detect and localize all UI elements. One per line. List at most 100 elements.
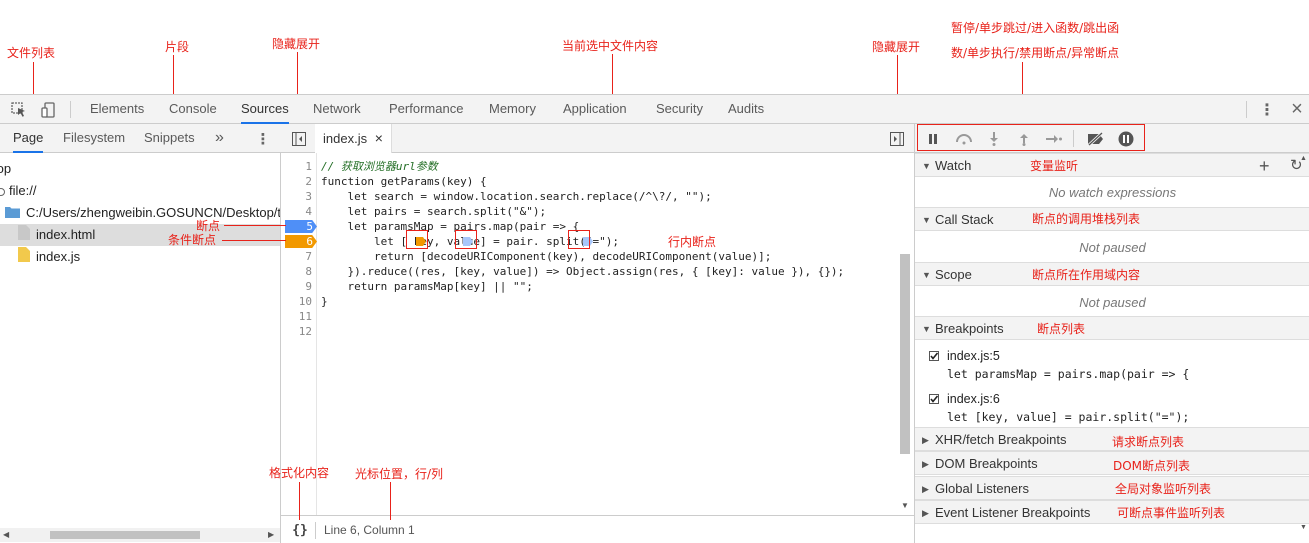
annotation-hide-expand-left: 隐藏展开 [272, 37, 321, 51]
breakpoint-location: index.js:6 [947, 392, 1000, 406]
tab-security[interactable]: Security [656, 95, 703, 124]
tree-item-index-js[interactable]: index.js [0, 246, 280, 268]
navigator-panel: Page Filesystem Snippets » ⋮ top file://… [0, 124, 281, 543]
js-file-icon [18, 246, 30, 268]
tab-audits[interactable]: Audits [728, 95, 764, 124]
tab-network[interactable]: Network [313, 95, 361, 124]
section-breakpoints[interactable]: ▼ Breakpoints [915, 316, 1309, 340]
section-title: Watch [935, 158, 972, 173]
scope-empty-message: Not paused [1079, 295, 1146, 310]
inspect-element-icon[interactable] [10, 101, 28, 119]
annotation-file-list: 文件列表 [7, 46, 56, 60]
add-watch-icon[interactable]: + [1259, 154, 1270, 178]
more-options-icon[interactable]: ⋮ [1258, 101, 1276, 119]
tab-snippets[interactable]: Snippets [144, 124, 195, 153]
code-line: let paramsMap = pairs.map(pair => { [321, 220, 580, 233]
file-tab-index-js[interactable]: index.js × [315, 124, 392, 153]
toggle-navigator-icon[interactable] [291, 131, 306, 146]
breakpoint-checkbox[interactable] [929, 394, 939, 404]
section-title: Scope [935, 267, 972, 282]
annotation-call-stack: 断点的调用堆栈列表 [1032, 212, 1141, 226]
tab-memory[interactable]: Memory [489, 95, 536, 124]
line-number[interactable]: 11 [299, 309, 312, 324]
navigator-menu-icon[interactable]: ⋮ [255, 130, 271, 148]
code-line: return paramsMap[key] || ""; [321, 280, 533, 293]
section-event-listener-breakpoints[interactable]: ▶ Event Listener Breakpoints [915, 500, 1309, 524]
annotation-snippets: 片段 [165, 40, 190, 54]
close-tab-icon[interactable]: × [375, 130, 383, 146]
tree-label: index.js [36, 249, 81, 264]
device-toolbar-icon[interactable] [40, 101, 58, 119]
expand-triangle-icon: ▶ [922, 459, 929, 469]
scroll-down-icon[interactable]: ▼ [901, 501, 909, 510]
file-tab-label: index.js [323, 131, 368, 146]
section-dom-breakpoints[interactable]: ▶ DOM Breakpoints [915, 451, 1309, 475]
annotation-debug-controls-1: 暂停/单步跳过/进入函数/跳出函 [951, 21, 1120, 35]
annotation-global: 全局对象监听列表 [1115, 482, 1212, 496]
main-toolbar: Elements Console Sources Network Perform… [0, 95, 1309, 124]
tab-filesystem[interactable]: Filesystem [63, 124, 125, 153]
close-devtools-icon[interactable]: × [1288, 98, 1306, 120]
scrollbar-thumb[interactable] [50, 531, 200, 539]
line-number[interactable]: 4 [305, 204, 312, 219]
code-line: // 获取浏览器url参数 [321, 160, 438, 173]
collapse-triangle-icon: ▼ [922, 161, 931, 171]
breakpoint-checkbox[interactable] [929, 351, 939, 361]
tab-application[interactable]: Application [563, 95, 627, 124]
tab-console[interactable]: Console [169, 95, 217, 124]
editor-scrollbar[interactable] [900, 254, 910, 454]
tree-item-top[interactable]: top [0, 158, 280, 180]
line-number[interactable]: 12 [299, 324, 312, 339]
annotation-box-inline [568, 230, 590, 249]
line-number[interactable]: 8 [305, 264, 312, 279]
more-tabs-button[interactable]: » [215, 124, 224, 153]
code-area[interactable]: // 获取浏览器url参数 function getParams(key) { … [321, 153, 901, 515]
code-line: function getParams(key) { [321, 175, 487, 188]
pretty-print-button[interactable]: {} [291, 521, 309, 539]
file-icon [18, 224, 30, 246]
folder-icon [5, 203, 20, 224]
code-line: return [decodeURIComponent(key), decodeU… [321, 250, 772, 263]
line-number[interactable]: 10 [299, 294, 312, 309]
tree-item-index-html[interactable]: index.html [0, 224, 280, 246]
toolbar-divider [315, 522, 316, 539]
annotation-box-debug-controls [917, 124, 1145, 151]
breakpoint-marker[interactable]: 5 [285, 220, 317, 233]
toggle-debugger-icon[interactable] [889, 131, 904, 146]
line-number[interactable]: 3 [305, 189, 312, 204]
code-line: let search = window.location.search.repl… [321, 190, 712, 203]
breakpoint-location: index.js:5 [947, 349, 1000, 363]
scroll-up-icon[interactable]: ▲ [1300, 155, 1307, 162]
toolbar-divider [1246, 101, 1247, 118]
navigator-scrollbar[interactable]: ◀ ▶ [0, 528, 280, 542]
tab-elements[interactable]: Elements [90, 95, 144, 124]
section-title: Global Listeners [935, 481, 1029, 496]
scroll-left-icon[interactable]: ◀ [3, 530, 9, 539]
line-number[interactable]: 1 [305, 159, 312, 174]
expand-triangle-icon: ▶ [922, 484, 929, 494]
cloud-icon [0, 187, 5, 196]
annotation-line [299, 482, 300, 520]
section-title: DOM Breakpoints [935, 456, 1038, 471]
collapse-triangle-icon: ▼ [922, 324, 931, 334]
annotation-current-file: 当前选中文件内容 [562, 39, 659, 53]
devtools-window: Elements Console Sources Network Perform… [0, 94, 1309, 543]
tab-performance[interactable]: Performance [389, 95, 463, 124]
expand-triangle-icon: ▶ [922, 435, 929, 445]
tree-item-origin[interactable]: file:// [0, 180, 280, 202]
line-gutter[interactable]: 1 2 3 4 5 6 7 8 9 10 11 12 [281, 153, 317, 515]
tab-page[interactable]: Page [13, 124, 44, 153]
tree-item-folder[interactable]: C:/Users/zhengweibin.GOSUNCN/Desktop/t [0, 202, 280, 224]
code-line: let pairs = search.split("&"); [321, 205, 547, 218]
line-number[interactable]: 2 [305, 174, 312, 189]
section-watch[interactable]: ▼ Watch + ↻ [915, 153, 1309, 177]
scroll-right-icon[interactable]: ▶ [268, 530, 274, 539]
line-number[interactable]: 9 [305, 279, 312, 294]
conditional-breakpoint-marker[interactable]: 6 [285, 235, 317, 248]
line-number[interactable]: 7 [305, 249, 312, 264]
section-title: Event Listener Breakpoints [935, 505, 1091, 520]
tab-sources[interactable]: Sources [241, 95, 289, 124]
section-global-listeners[interactable]: ▶ Global Listeners [915, 476, 1309, 500]
breakpoint-code: let paramsMap = pairs.map(pair => { [947, 367, 1190, 381]
scroll-down-icon[interactable]: ▼ [1300, 524, 1307, 531]
